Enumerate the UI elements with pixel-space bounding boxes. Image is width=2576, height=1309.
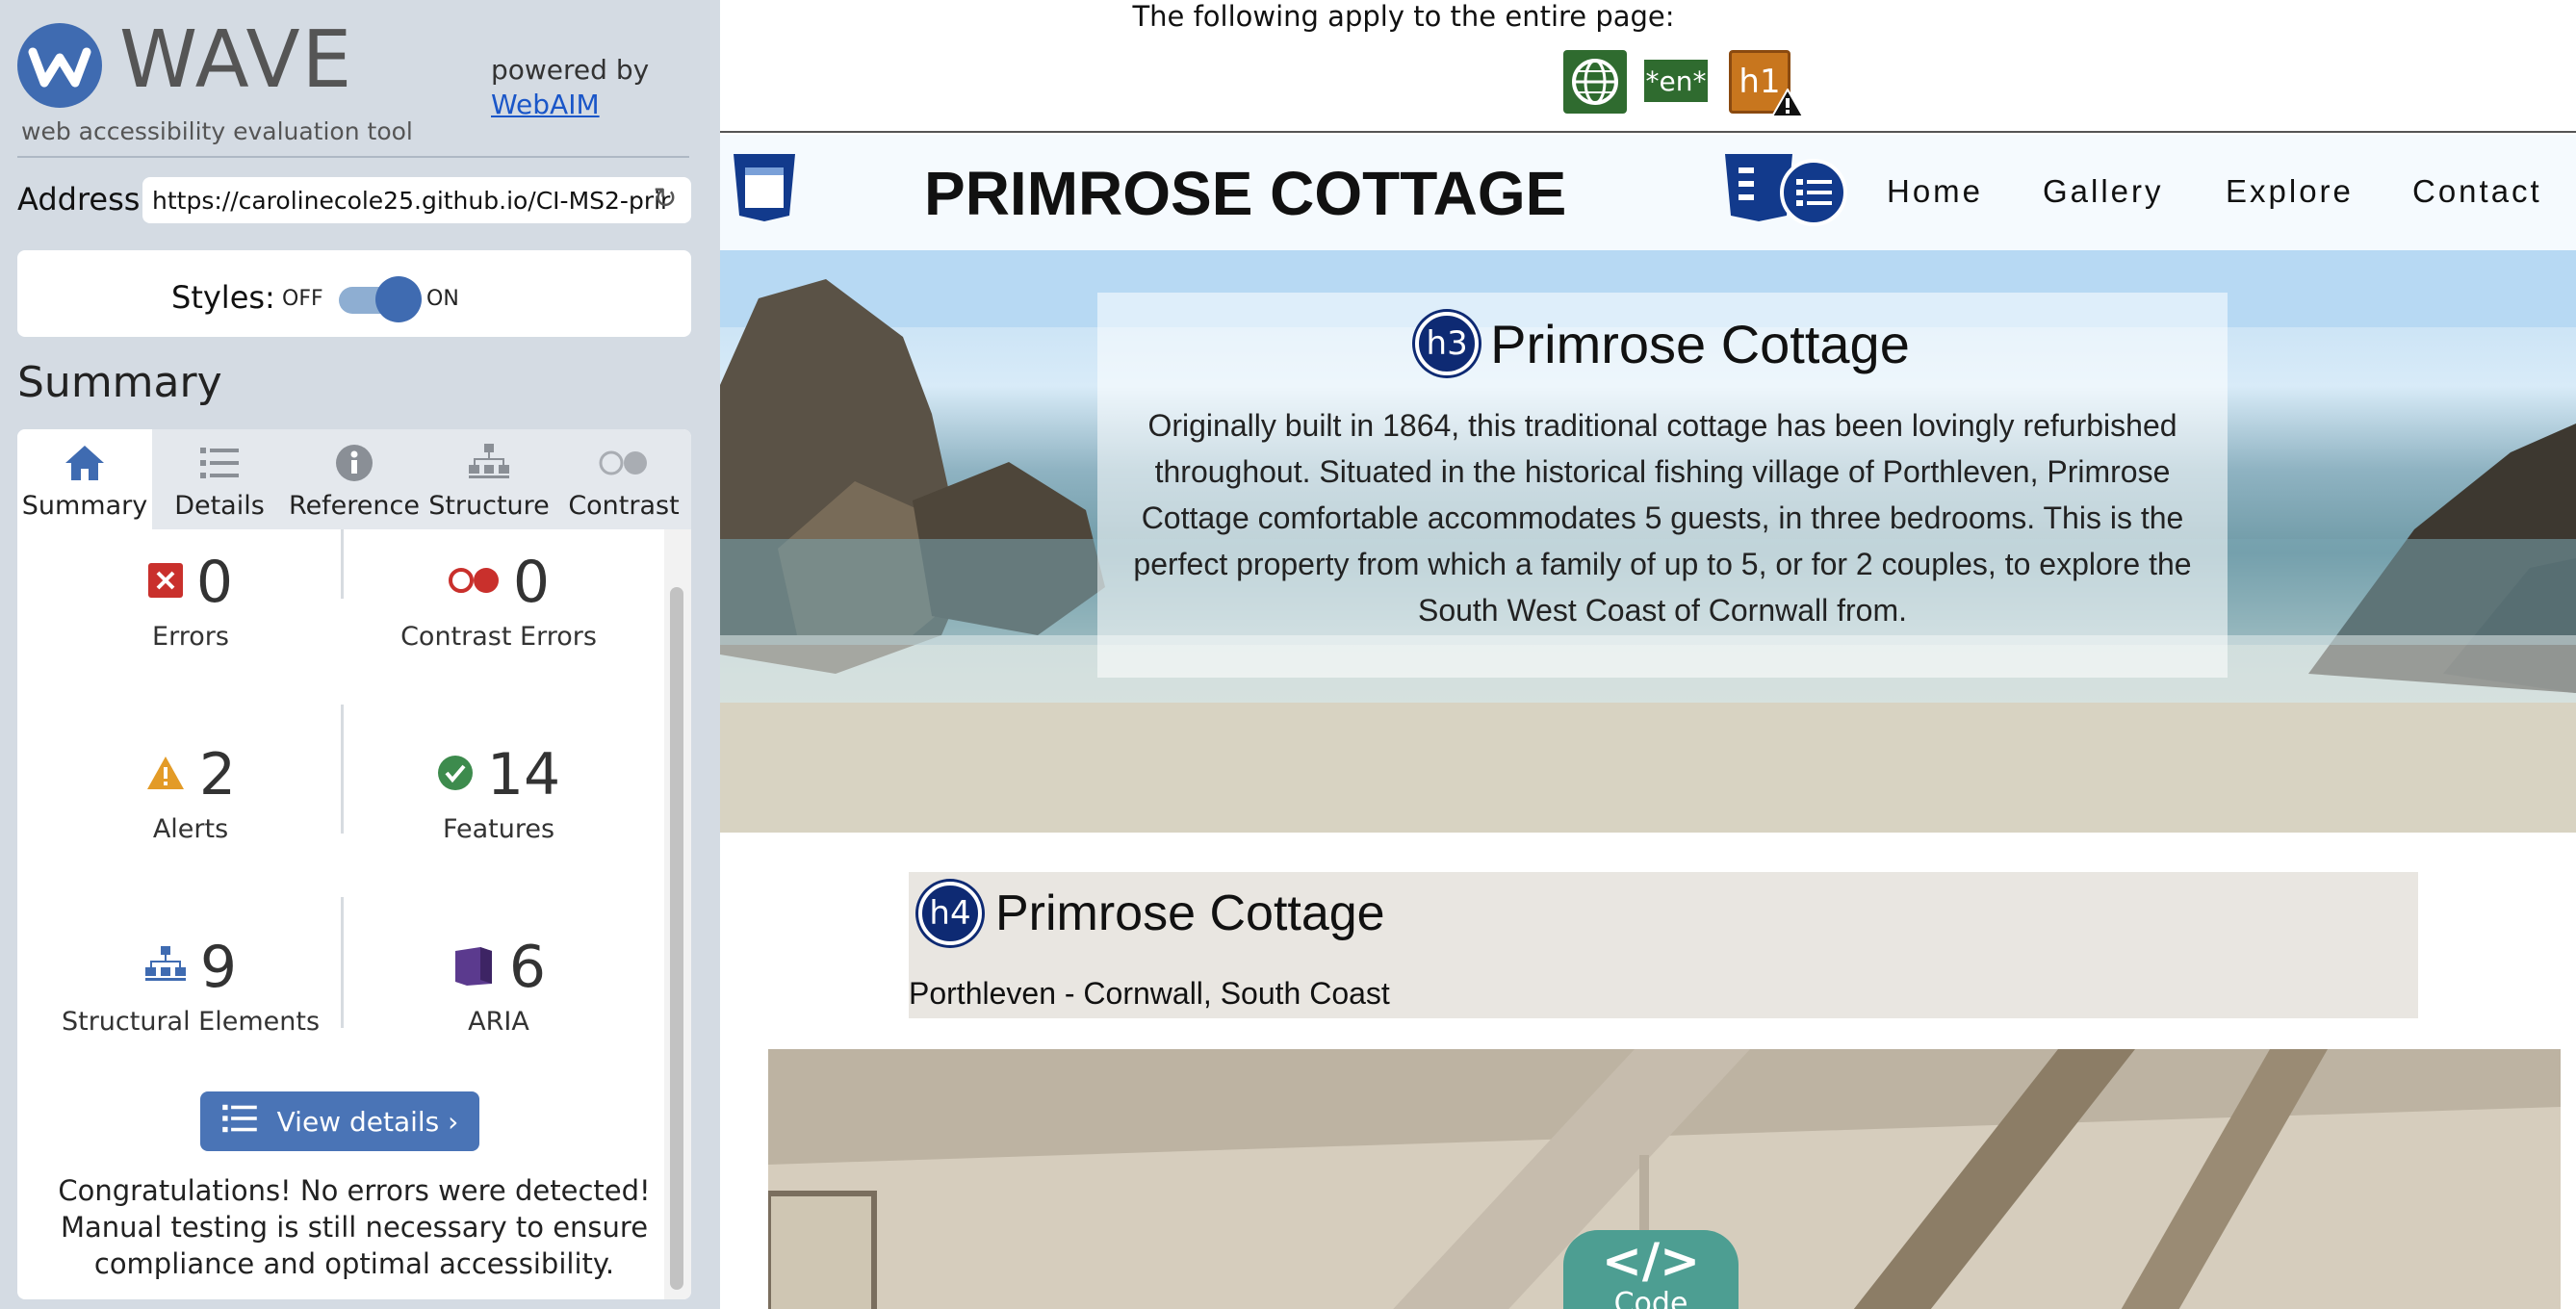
sidebar-divider (17, 156, 689, 158)
hero-description: Originally built in 1864, this tradition… (1133, 408, 2192, 628)
powered-by-label: powered by (491, 54, 650, 86)
nav-home[interactable]: Home (1887, 173, 1983, 210)
structure-icon (144, 946, 187, 988)
hero-card: h3 Primrose Cottage Originally built in … (1097, 293, 2228, 678)
congrats-message: Congratulations! No errors were detected… (58, 1174, 651, 1280)
code-toggle-button[interactable]: </> Code (1563, 1230, 1739, 1309)
site-title[interactable]: PRIMROSE COTTAGE (924, 158, 1566, 229)
panel-tabs: Summary Details Reference Structure Cont… (17, 429, 691, 529)
contrast-error-icon (448, 567, 500, 598)
contrast-icon (556, 441, 691, 485)
address-label: Address: (17, 181, 151, 218)
styles-on-label: ON (426, 287, 459, 311)
styles-off-label: OFF (282, 287, 323, 311)
nav-explore[interactable]: Explore (2226, 173, 2354, 210)
stat-alerts[interactable]: 2 Alerts (46, 741, 335, 844)
heading-h3-badge[interactable]: h3 (1415, 312, 1480, 375)
tab-contrast[interactable]: Contrast (556, 429, 691, 529)
wave-sidebar: WAVE web accessibility evaluation tool p… (0, 0, 720, 1309)
styles-toggle-knob[interactable] (375, 276, 422, 322)
lang-en-badge[interactable]: *en* (1644, 60, 1708, 102)
hierarchy-icon (422, 441, 556, 485)
wave-logo-text: WAVE (119, 14, 354, 106)
list-region-icon[interactable] (1779, 158, 1848, 231)
check-icon (437, 755, 474, 795)
stat-divider (341, 705, 344, 834)
stat-errors[interactable]: 0 Errors (46, 549, 335, 652)
header-region-icon[interactable] (728, 152, 801, 227)
tab-structure[interactable]: Structure (422, 429, 556, 529)
evaluated-page: h3 Primrose Cottage Originally built in … (720, 0, 2576, 1309)
stat-divider (341, 529, 344, 599)
alert-icon (1770, 87, 1805, 121)
property-title: Primrose Cottage (995, 886, 1385, 941)
reload-icon[interactable]: ↻ (649, 183, 682, 216)
code-icon: </> (1601, 1233, 1701, 1289)
list-icon (221, 1103, 258, 1141)
tab-reference[interactable]: Reference (287, 429, 422, 529)
code-label: Code (1613, 1287, 1688, 1309)
stat-contrast-errors[interactable]: 0 Contrast Errors (354, 549, 643, 652)
language-icon[interactable] (1563, 50, 1627, 114)
alert-icon (145, 755, 186, 795)
address-input[interactable]: https://carolinecole25.github.io/CI-MS2-… (142, 177, 691, 223)
site-header: PRIMROSE COTTAGE Home Gallery Explore Co… (720, 135, 2576, 250)
info-icon (287, 441, 422, 485)
stat-features[interactable]: 14 Features (354, 741, 643, 844)
list-icon (152, 441, 287, 485)
webaim-link[interactable]: WebAIM (491, 89, 600, 120)
tab-summary[interactable]: Summary (17, 429, 152, 529)
styles-label: Styles: (171, 279, 275, 316)
heading-h4-badge[interactable]: h4 (918, 882, 982, 945)
stat-divider (341, 897, 344, 1028)
property-info: h4 Primrose Cottage Porthleven - Cornwal… (909, 872, 2418, 1018)
error-icon (147, 563, 183, 602)
aria-icon (451, 943, 496, 991)
page-wide-text: The following apply to the entire page: (1132, 0, 1675, 33)
hero-title: Primrose Cottage (1490, 313, 1910, 374)
panel-scrollbar-thumb[interactable] (670, 587, 683, 1290)
view-details-button[interactable]: View details › (200, 1091, 479, 1151)
home-icon (17, 441, 152, 485)
summary-heading: Summary (17, 358, 222, 407)
wave-logo-icon (17, 23, 102, 108)
property-location: Porthleven - Cornwall, South Coast (909, 976, 1390, 1011)
stat-aria[interactable]: 6 ARIA (354, 934, 643, 1037)
view-details-label: View details › (276, 1105, 459, 1138)
stat-structural-elements[interactable]: 9 Structural Elements (46, 934, 335, 1037)
nav-gallery[interactable]: Gallery (2043, 173, 2164, 210)
page-wide-bar: The following apply to the entire page: … (720, 0, 2576, 133)
panel-scrollbar[interactable] (664, 529, 691, 1299)
nav-contact[interactable]: Contact (2412, 173, 2542, 210)
tab-details[interactable]: Details (152, 429, 287, 529)
styles-panel: Styles: OFF ON (17, 250, 691, 337)
summary-panel: Summary Details Reference Structure Cont… (17, 429, 691, 1299)
wave-tagline: web accessibility evaluation tool (21, 117, 413, 145)
